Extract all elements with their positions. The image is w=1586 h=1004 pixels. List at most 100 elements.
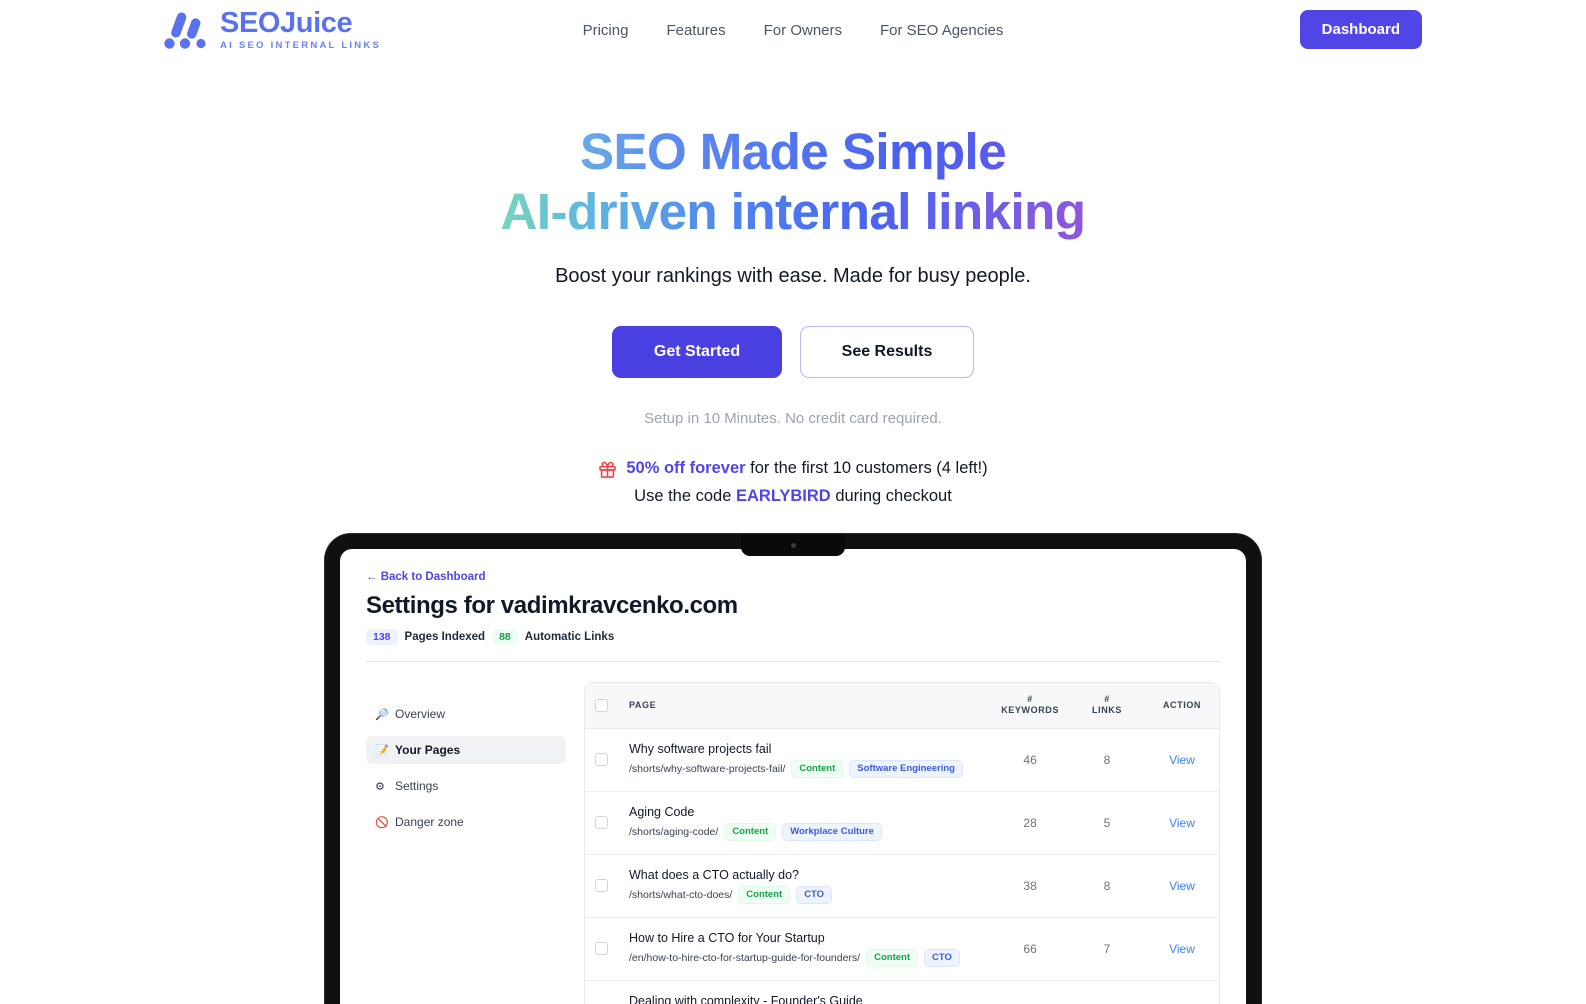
nav-links: Pricing Features For Owners For SEO Agen…	[583, 22, 1004, 39]
headline-line-2: AI-driven internal linking	[501, 182, 1086, 242]
row-tag[interactable]: Workplace Culture	[782, 823, 882, 841]
app-header: ← Back to Dashboard Settings for vadimkr…	[340, 549, 1246, 645]
row-page-meta: /shorts/what-cto-does/ContentCTO	[629, 886, 981, 904]
row-tag[interactable]: CTO	[924, 949, 960, 967]
row-checkbox-cell[interactable]	[585, 980, 619, 1004]
memo-icon: 📝	[375, 744, 388, 757]
seojuice-logo-icon	[164, 10, 210, 50]
row-page-url: /en/how-to-hire-cto-for-startup-guide-fo…	[629, 952, 860, 964]
header-links-hash: #	[1104, 694, 1110, 704]
nav-link-pricing[interactable]: Pricing	[583, 22, 629, 39]
pages-indexed-label: Pages Indexed	[405, 631, 486, 643]
promo-line-2: Use the code EARLYBIRD during checkout	[0, 485, 1586, 509]
laptop-notch	[741, 534, 845, 556]
gift-icon	[598, 460, 617, 479]
view-link[interactable]: View	[1169, 753, 1195, 767]
row-checkbox-cell[interactable]	[585, 791, 619, 854]
table-row[interactable]: How to Hire a CTO for Your Startup/en/ho…	[585, 917, 1219, 980]
see-results-button[interactable]: See Results	[800, 326, 974, 378]
header-keywords-text: KEYWORDS	[1001, 705, 1059, 715]
checkbox-icon[interactable]	[595, 942, 608, 955]
header-keywords[interactable]: # KEYWORDS	[991, 683, 1069, 728]
table-header: PAGE # KEYWORDS # LINKS ACTION	[585, 683, 1219, 728]
row-tag[interactable]: Content	[738, 886, 790, 904]
view-link[interactable]: View	[1169, 816, 1195, 830]
table-row[interactable]: Why software projects fail/shorts/why-so…	[585, 728, 1219, 791]
row-action-cell[interactable]: View	[1145, 791, 1219, 854]
page-title: SEO Made Simple AI-driven internal linki…	[501, 122, 1086, 242]
view-link[interactable]: View	[1169, 879, 1195, 893]
header-links[interactable]: # LINKS	[1069, 683, 1145, 728]
row-keywords-count: 66	[991, 917, 1069, 980]
app-sidebar: 🔎 Overview 📝 Your Pages ⚙ Settings 🚫 Dan…	[366, 682, 566, 1004]
row-links-count: 7	[1069, 917, 1145, 980]
checkbox-icon[interactable]	[595, 816, 608, 829]
nav-link-features[interactable]: Features	[666, 22, 725, 39]
row-tag[interactable]: Content	[791, 760, 843, 778]
row-keywords-count: 47	[991, 980, 1069, 1004]
sidebar-item-danger-zone[interactable]: 🚫 Danger zone	[366, 808, 566, 836]
brand-text: SEOJuice AI SEO INTERNAL LINKS	[220, 9, 381, 51]
row-action-cell[interactable]: View	[1145, 728, 1219, 791]
brand-logo[interactable]: SEOJuice AI SEO INTERNAL LINKS	[164, 9, 381, 51]
row-tag[interactable]: Content	[724, 823, 776, 841]
setup-note: Setup in 10 Minutes. No credit card requ…	[0, 410, 1586, 427]
table-row[interactable]: Aging Code/shorts/aging-code/ContentWork…	[585, 791, 1219, 854]
pages-table: PAGE # KEYWORDS # LINKS ACTION	[585, 683, 1219, 1004]
row-page-cell: What does a CTO actually do?/shorts/what…	[619, 854, 991, 917]
row-page-title: Dealing with complexity - Founder's Guid…	[629, 994, 981, 1004]
row-keywords-count: 46	[991, 728, 1069, 791]
row-page-meta: /shorts/why-software-projects-fail/Conte…	[629, 760, 981, 778]
table-row[interactable]: Dealing with complexity - Founder's Guid…	[585, 980, 1219, 1004]
dashboard-button[interactable]: Dashboard	[1300, 10, 1422, 49]
row-checkbox-cell[interactable]	[585, 854, 619, 917]
header-action: ACTION	[1145, 683, 1219, 728]
back-to-dashboard-link[interactable]: ← Back to Dashboard	[366, 571, 486, 583]
checkbox-icon[interactable]	[595, 879, 608, 892]
table-header-row: PAGE # KEYWORDS # LINKS ACTION	[585, 683, 1219, 728]
brand-name: SEOJuice	[220, 9, 381, 38]
sidebar-item-label: Danger zone	[395, 815, 464, 829]
nav-link-for-seo-agencies[interactable]: For SEO Agencies	[880, 22, 1003, 39]
row-page-meta: /en/how-to-hire-cto-for-startup-guide-fo…	[629, 949, 981, 967]
promo-code: EARLYBIRD	[736, 487, 831, 505]
headline-line-1: SEO Made Simple	[501, 122, 1086, 182]
sidebar-item-overview[interactable]: 🔎 Overview	[366, 700, 566, 728]
sidebar-item-settings[interactable]: ⚙ Settings	[366, 772, 566, 800]
row-page-title: How to Hire a CTO for Your Startup	[629, 931, 981, 945]
checkbox-icon[interactable]	[595, 753, 608, 766]
row-tag[interactable]: Software Engineering	[849, 760, 963, 778]
hero-subheadline: Boost your rankings with ease. Made for …	[0, 265, 1586, 288]
table-row[interactable]: What does a CTO actually do?/shorts/what…	[585, 854, 1219, 917]
sidebar-item-your-pages[interactable]: 📝 Your Pages	[366, 736, 566, 764]
promo-code-after: during checkout	[831, 487, 952, 505]
row-action-cell[interactable]: View	[1145, 854, 1219, 917]
pages-table-card: PAGE # KEYWORDS # LINKS ACTION	[584, 682, 1220, 1004]
header-page[interactable]: PAGE	[619, 683, 991, 728]
nav-link-for-owners[interactable]: For Owners	[764, 22, 842, 39]
row-checkbox-cell[interactable]	[585, 728, 619, 791]
row-keywords-count: 38	[991, 854, 1069, 917]
cta-row: Get Started See Results	[0, 326, 1586, 378]
checkbox-icon[interactable]	[595, 699, 608, 712]
row-action-cell[interactable]: View	[1145, 980, 1219, 1004]
sidebar-item-label: Settings	[395, 779, 438, 793]
row-tag[interactable]: CTO	[796, 886, 832, 904]
prohibited-icon: 🚫	[375, 816, 388, 829]
row-page-url: /shorts/why-software-projects-fail/	[629, 763, 785, 775]
app-page-title: Settings for vadimkravcenko.com	[366, 592, 1220, 620]
promo-banner: 50% off forever for the first 10 custome…	[0, 457, 1586, 509]
header-select-all[interactable]	[585, 683, 619, 728]
view-link[interactable]: View	[1169, 942, 1195, 956]
camera-icon	[791, 543, 796, 548]
promo-code-before: Use the code	[634, 487, 736, 505]
row-tag[interactable]: Content	[866, 949, 918, 967]
get-started-button[interactable]: Get Started	[612, 326, 782, 378]
row-action-cell[interactable]: View	[1145, 917, 1219, 980]
row-page-cell: Aging Code/shorts/aging-code/ContentWork…	[619, 791, 991, 854]
header-links-text: LINKS	[1092, 705, 1122, 715]
row-checkbox-cell[interactable]	[585, 917, 619, 980]
table-body: Why software projects fail/shorts/why-so…	[585, 728, 1219, 1004]
laptop-mockup: ← Back to Dashboard Settings for vadimkr…	[0, 534, 1586, 1004]
promo-rest: for the first 10 customers (4 left!)	[746, 459, 988, 477]
